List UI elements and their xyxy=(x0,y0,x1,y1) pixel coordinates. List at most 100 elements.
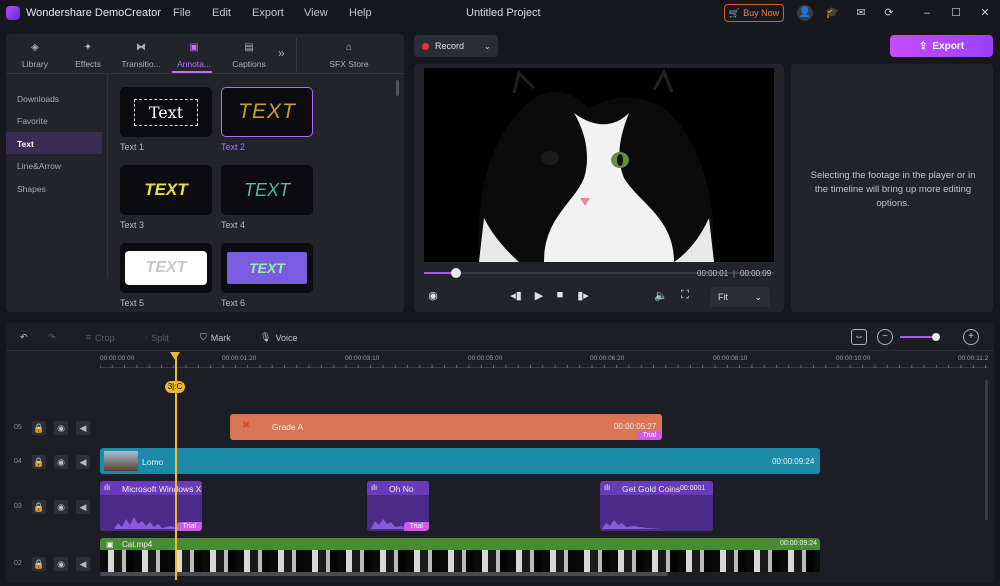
volume-icon[interactable]: 🔈 xyxy=(653,289,669,302)
timeline-clip-audio[interactable]: ılı Get Gold Coins 00:0001 xyxy=(600,481,713,531)
prev-frame-icon[interactable]: ◂▮ xyxy=(508,289,524,302)
text-template-1[interactable]: Text xyxy=(120,87,212,137)
menu-file[interactable]: File xyxy=(173,7,191,19)
fullscreen-icon[interactable]: ⛶ xyxy=(677,289,693,302)
time-divider: | xyxy=(733,269,736,278)
eye-icon[interactable]: ◉ xyxy=(54,455,68,469)
category-separator xyxy=(107,74,108,278)
next-frame-icon[interactable]: ▮▸ xyxy=(575,289,591,302)
timeline-clip-audio[interactable]: ılı Microsoft Windows X Trial xyxy=(100,481,202,531)
stop-icon[interactable]: ■ xyxy=(552,289,568,301)
timeline-clip-audio[interactable]: ılı Oh No Trial xyxy=(367,481,429,531)
timeline-horizontal-scrollbar[interactable] xyxy=(100,572,668,576)
eye-icon[interactable]: ◉ xyxy=(54,557,68,571)
timeline-clip-video[interactable]: ▣ Cat.mp4 00:00:09:24 xyxy=(100,538,820,572)
menu-help[interactable]: Help xyxy=(349,7,372,19)
clip-title: Oh No xyxy=(389,484,414,494)
clip-title: Grade A xyxy=(272,422,304,432)
ruler-tick-label: 00:00:08:10 xyxy=(713,355,748,362)
text-template-4[interactable]: TEXT xyxy=(221,165,313,215)
mark-button[interactable]: ⛉ Mark xyxy=(200,332,231,343)
speaker-icon[interactable]: ◀ xyxy=(76,500,90,514)
tab-annotations[interactable]: ▣ Annota... xyxy=(168,42,220,69)
zoom-fill xyxy=(900,336,936,338)
category-text[interactable]: Text xyxy=(17,139,34,149)
current-time: 00:00:01 xyxy=(697,269,729,278)
redo-icon[interactable]: ↷ xyxy=(48,332,56,343)
clip-duration: 00:00:09:24 xyxy=(780,540,817,547)
timeline-vertical-scrollbar[interactable] xyxy=(985,380,988,520)
seek-knob[interactable] xyxy=(451,268,461,278)
export-label: Export xyxy=(932,40,965,52)
undo-icon[interactable]: ↶ xyxy=(20,332,28,343)
crop-icon: ⌗ xyxy=(86,332,92,342)
menu-edit[interactable]: Edit xyxy=(212,7,231,19)
ruler-tick-label: 00:00:01:20 xyxy=(222,355,257,362)
tab-sfx-store[interactable]: ⌂ SFX Store xyxy=(322,42,376,69)
zoom-out-icon[interactable]: − xyxy=(877,329,893,345)
lock-icon[interactable]: 🔒 xyxy=(32,455,46,469)
lock-icon[interactable]: 🔒 xyxy=(32,557,46,571)
category-favorite[interactable]: Favorite xyxy=(17,116,48,126)
text-template-6[interactable]: TEXT xyxy=(221,243,313,293)
clip-thumbnail xyxy=(104,451,138,471)
text-template-3[interactable]: TEXT xyxy=(120,165,212,215)
mail-icon[interactable]: ✉ xyxy=(853,5,869,21)
video-preview[interactable] xyxy=(424,68,774,262)
speaker-icon[interactable]: ◀ xyxy=(76,421,90,435)
maximize-icon[interactable]: ☐ xyxy=(948,5,964,21)
category-line-arrow[interactable]: Line&Arrow xyxy=(17,161,61,171)
lock-icon[interactable]: 🔒 xyxy=(32,421,46,435)
sync-icon[interactable]: ⟳ xyxy=(881,5,897,21)
tab-library[interactable]: ◈ Library xyxy=(9,42,61,69)
tab-captions[interactable]: ▤ Captions xyxy=(223,42,275,69)
media-scrollbar[interactable] xyxy=(396,80,399,96)
eye-icon[interactable]: ◉ xyxy=(54,421,68,435)
text-template-2-label: Text 2 xyxy=(221,142,246,152)
buy-now-button[interactable]: 🛒 Buy Now xyxy=(724,4,784,22)
voice-button[interactable]: 🎙 Voice xyxy=(260,332,297,343)
category-downloads[interactable]: Downloads xyxy=(17,94,59,104)
text-template-5[interactable]: TEXT xyxy=(120,243,212,293)
minimize-icon[interactable]: – xyxy=(919,5,935,21)
text-template-2[interactable]: TEXT xyxy=(221,87,313,137)
record-label: Record xyxy=(435,41,465,51)
timeline-clip-grade-a[interactable]: ✖ Grade A 00:00:05:27 Trial xyxy=(230,414,662,440)
total-time: 00:00:09 xyxy=(740,269,772,278)
export-button[interactable]: ⇪ Export xyxy=(890,35,993,57)
record-button[interactable]: Record ⌄ xyxy=(414,35,498,57)
tab-effects[interactable]: ✦ Effects xyxy=(62,42,114,69)
crop-button[interactable]: ⌗ Crop xyxy=(86,332,115,343)
chevron-down-icon: ⌄ xyxy=(484,41,491,51)
speaker-icon[interactable]: ◀ xyxy=(76,557,90,571)
menu-export[interactable]: Export xyxy=(252,7,284,19)
zoom-in-icon[interactable]: + xyxy=(963,329,979,345)
eye-icon[interactable]: ◉ xyxy=(54,500,68,514)
microphone-icon: 🎙 xyxy=(260,332,272,342)
properties-hint: Selecting the footage in the player or i… xyxy=(810,170,976,209)
tab-sfx-store-label: SFX Store xyxy=(329,59,369,69)
record-dot-icon xyxy=(422,42,429,50)
fit-select[interactable]: Fit ⌄ xyxy=(710,287,770,307)
zoom-knob[interactable] xyxy=(932,333,940,341)
timeline-clip-lomo[interactable]: Lomo 00:00:09:24 xyxy=(100,448,820,474)
account-avatar-icon[interactable]: 👤 xyxy=(797,5,813,21)
split-button[interactable]: ⫶ Split xyxy=(145,332,169,343)
close-icon[interactable]: ✕ xyxy=(977,5,993,21)
tab-annotations-label: Annota... xyxy=(176,59,212,69)
tab-captions-label: Captions xyxy=(232,59,266,69)
fit-timeline-icon[interactable]: ⇔ xyxy=(851,329,867,345)
screenshot-camera-icon[interactable]: ◉ xyxy=(425,289,441,302)
audio-waveform xyxy=(602,520,662,529)
menu-view[interactable]: View xyxy=(304,7,328,19)
learning-cap-icon[interactable]: 🎓 xyxy=(824,5,840,21)
clip-title: Get Gold Coins xyxy=(622,484,681,494)
playhead-handle[interactable] xyxy=(170,352,180,360)
more-tabs-icon[interactable]: » xyxy=(278,46,285,60)
lock-icon[interactable]: 🔒 xyxy=(32,500,46,514)
category-shapes[interactable]: Shapes xyxy=(17,184,46,194)
tab-transitions[interactable]: ⧓ Transitio... xyxy=(115,42,167,69)
effects-icon: ✦ xyxy=(83,42,93,53)
play-icon[interactable]: ▶ xyxy=(531,289,547,302)
speaker-icon[interactable]: ◀ xyxy=(76,455,90,469)
